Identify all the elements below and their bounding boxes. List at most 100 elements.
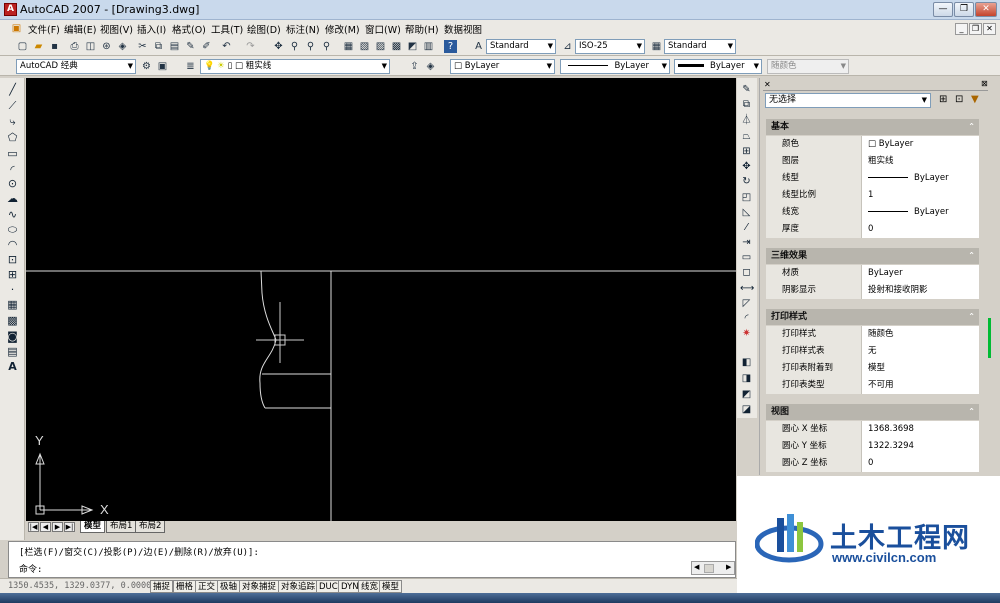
join-icon[interactable]: ⟷: [740, 282, 754, 295]
3d-dwf-icon[interactable]: ◈: [116, 40, 129, 53]
erase-icon[interactable]: ✎: [740, 83, 753, 96]
zoom-window-icon[interactable]: ⚲: [304, 40, 317, 53]
property-row[interactable]: 阴影显示 投射和接收阴影: [766, 282, 979, 299]
draworder-front-icon[interactable]: ◧: [740, 356, 753, 369]
menu-draw[interactable]: 绘图(D): [247, 22, 281, 36]
osnap-toggle[interactable]: 对象捕捉: [239, 580, 280, 593]
break-at-point-icon[interactable]: ▭: [740, 251, 753, 264]
next-tab-button[interactable]: ▶: [52, 522, 63, 532]
point-icon[interactable]: ·: [6, 283, 19, 296]
move-icon[interactable]: ✥: [740, 160, 753, 173]
array-icon[interactable]: ⊞: [740, 145, 753, 158]
publish-icon[interactable]: ⊛: [100, 40, 113, 53]
save-icon[interactable]: ▪: [48, 40, 61, 53]
collapse-icon[interactable]: ⌃: [968, 309, 975, 325]
last-tab-button[interactable]: ▶|: [64, 522, 75, 532]
explode-icon[interactable]: ✷: [740, 327, 753, 340]
doc-close-button[interactable]: ✕: [983, 23, 996, 35]
hatch-icon[interactable]: ▦: [6, 298, 19, 311]
grid-toggle[interactable]: 栅格: [173, 580, 197, 593]
draworder-back-icon[interactable]: ◨: [740, 372, 753, 385]
property-row[interactable]: 圆心 X 坐标 1368.3698: [766, 421, 979, 438]
lineweight-toggle[interactable]: 线宽: [358, 580, 382, 593]
snap-toggle[interactable]: 捕捉: [150, 580, 174, 593]
first-tab-button[interactable]: |◀: [28, 522, 39, 532]
property-row[interactable]: 线型 ByLayer: [766, 170, 979, 187]
rectangle-icon[interactable]: ▭: [6, 147, 19, 160]
make-block-icon[interactable]: ⊞: [6, 268, 19, 281]
property-row[interactable]: 打印表类型 不可用: [766, 377, 979, 394]
break-icon[interactable]: ◻: [740, 266, 753, 279]
mirror-icon[interactable]: ⏃: [740, 114, 753, 127]
pan-icon[interactable]: ✥: [272, 40, 285, 53]
drawing-canvas[interactable]: Y X: [26, 78, 736, 521]
menu-format[interactable]: 格式(O): [172, 22, 206, 36]
palette-close-right-icon[interactable]: ⊠: [981, 79, 988, 88]
command-prompt[interactable]: 命令:: [19, 562, 42, 575]
line-icon[interactable]: ╱: [6, 83, 19, 96]
construction-line-icon[interactable]: ⟋: [6, 99, 19, 112]
plot-style-select[interactable]: 随颜色 ▼: [767, 59, 849, 74]
text-style-select[interactable]: Standard ▼: [486, 39, 556, 54]
undo-icon[interactable]: ↶: [220, 40, 233, 53]
menu-edit[interactable]: 编辑(E): [64, 22, 96, 36]
cut-icon[interactable]: ✂: [136, 40, 149, 53]
fillet-icon[interactable]: ◜: [740, 312, 753, 325]
layer-select[interactable]: 💡 ☀ ▯ □ 粗实线 ▼: [200, 59, 390, 74]
restore-button[interactable]: ❐: [954, 2, 974, 17]
pickadd-toggle-icon[interactable]: ▼: [971, 94, 979, 105]
new-file-icon[interactable]: ▢: [16, 40, 29, 53]
collapse-icon[interactable]: ⌃: [968, 404, 975, 420]
tool-palettes-icon[interactable]: ▨: [374, 40, 387, 53]
chamfer-icon[interactable]: ◸: [740, 297, 753, 310]
scroll-thumb[interactable]: [704, 564, 714, 573]
circle-icon[interactable]: ⊙: [6, 177, 19, 190]
linetype-select[interactable]: ByLayer ▼: [560, 59, 670, 74]
collapse-icon[interactable]: ⌃: [968, 248, 975, 264]
palette-close-icon[interactable]: ✕: [764, 80, 771, 89]
paste-icon[interactable]: ▤: [168, 40, 181, 53]
section-general[interactable]: 基本 ⌃: [766, 119, 979, 135]
workspace-select[interactable]: AutoCAD 经典 ▼: [16, 59, 136, 74]
match-properties-icon[interactable]: ✎: [184, 40, 197, 53]
property-row[interactable]: 打印表附着到 模型: [766, 360, 979, 377]
menu-insert[interactable]: 插入(I): [137, 22, 166, 36]
tab-model[interactable]: 模型: [80, 521, 106, 533]
print-icon[interactable]: ⎙: [68, 40, 81, 53]
selection-dropdown[interactable]: 无选择 ▼: [765, 93, 931, 108]
scroll-left-icon[interactable]: ◀: [694, 563, 699, 571]
property-row[interactable]: 材质 ByLayer: [766, 265, 979, 282]
block-editor-icon[interactable]: ✐: [200, 40, 213, 53]
design-center-icon[interactable]: ▧: [358, 40, 371, 53]
menu-modify[interactable]: 修改(M): [325, 22, 360, 36]
make-object-layer-current-icon[interactable]: ⇪: [408, 60, 421, 73]
plot-preview-icon[interactable]: ◫: [84, 40, 97, 53]
workspace-settings-icon[interactable]: ⚙: [140, 60, 153, 73]
insert-block-icon[interactable]: ⊡: [6, 253, 19, 266]
draworder-under-icon[interactable]: ◪: [740, 403, 753, 416]
otrack-toggle[interactable]: 对象追踪: [278, 580, 319, 593]
zoom-realtime-icon[interactable]: ⚲: [288, 40, 301, 53]
minimize-button[interactable]: —: [933, 2, 953, 17]
tab-layout2[interactable]: 布局2: [135, 521, 166, 533]
property-row[interactable]: 打印样式表无: [766, 343, 979, 360]
markup-icon[interactable]: ◩: [406, 40, 419, 53]
lineweight-select[interactable]: ByLayer ▼: [674, 59, 762, 74]
calculator-icon[interactable]: ▥: [422, 40, 435, 53]
multiline-text-icon[interactable]: A: [6, 360, 19, 373]
trim-icon[interactable]: ⁄: [740, 221, 753, 234]
property-row[interactable]: 图层 粗实线: [766, 153, 979, 170]
close-button[interactable]: ✕: [975, 2, 997, 17]
doc-minimize-button[interactable]: _: [955, 23, 968, 35]
polyline-icon[interactable]: ⤷: [6, 115, 19, 128]
command-window[interactable]: [栏选(F)/窗交(C)/投影(P)/边(E)/删除(R)/放弃(U)]: 命令…: [8, 541, 736, 578]
ellipse-icon[interactable]: ⬭: [6, 223, 19, 236]
ellipse-arc-icon[interactable]: ◠: [6, 238, 19, 251]
redo-icon[interactable]: ↷: [244, 40, 257, 53]
prev-tab-button[interactable]: ◀: [40, 522, 51, 532]
workspace-save-icon[interactable]: ▣: [156, 60, 169, 73]
scroll-right-icon[interactable]: ▶: [726, 563, 731, 571]
menu-dimension[interactable]: 标注(N): [286, 22, 320, 36]
section-plot-style[interactable]: 打印样式 ⌃: [766, 309, 979, 325]
property-row[interactable]: 颜色 □ ByLayer: [766, 136, 979, 153]
